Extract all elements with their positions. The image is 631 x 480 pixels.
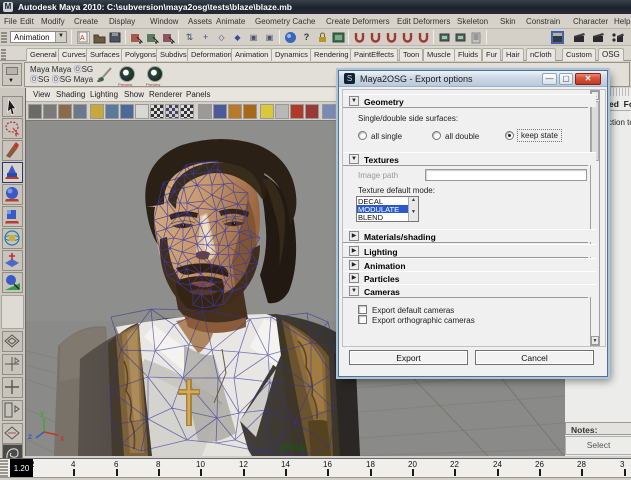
- svg-text:A: A: [80, 35, 85, 42]
- svg-text:z: z: [28, 432, 32, 441]
- svg-text:x: x: [60, 434, 65, 443]
- svg-text:y: y: [40, 409, 45, 418]
- svg-text:persp: persp: [281, 442, 306, 452]
